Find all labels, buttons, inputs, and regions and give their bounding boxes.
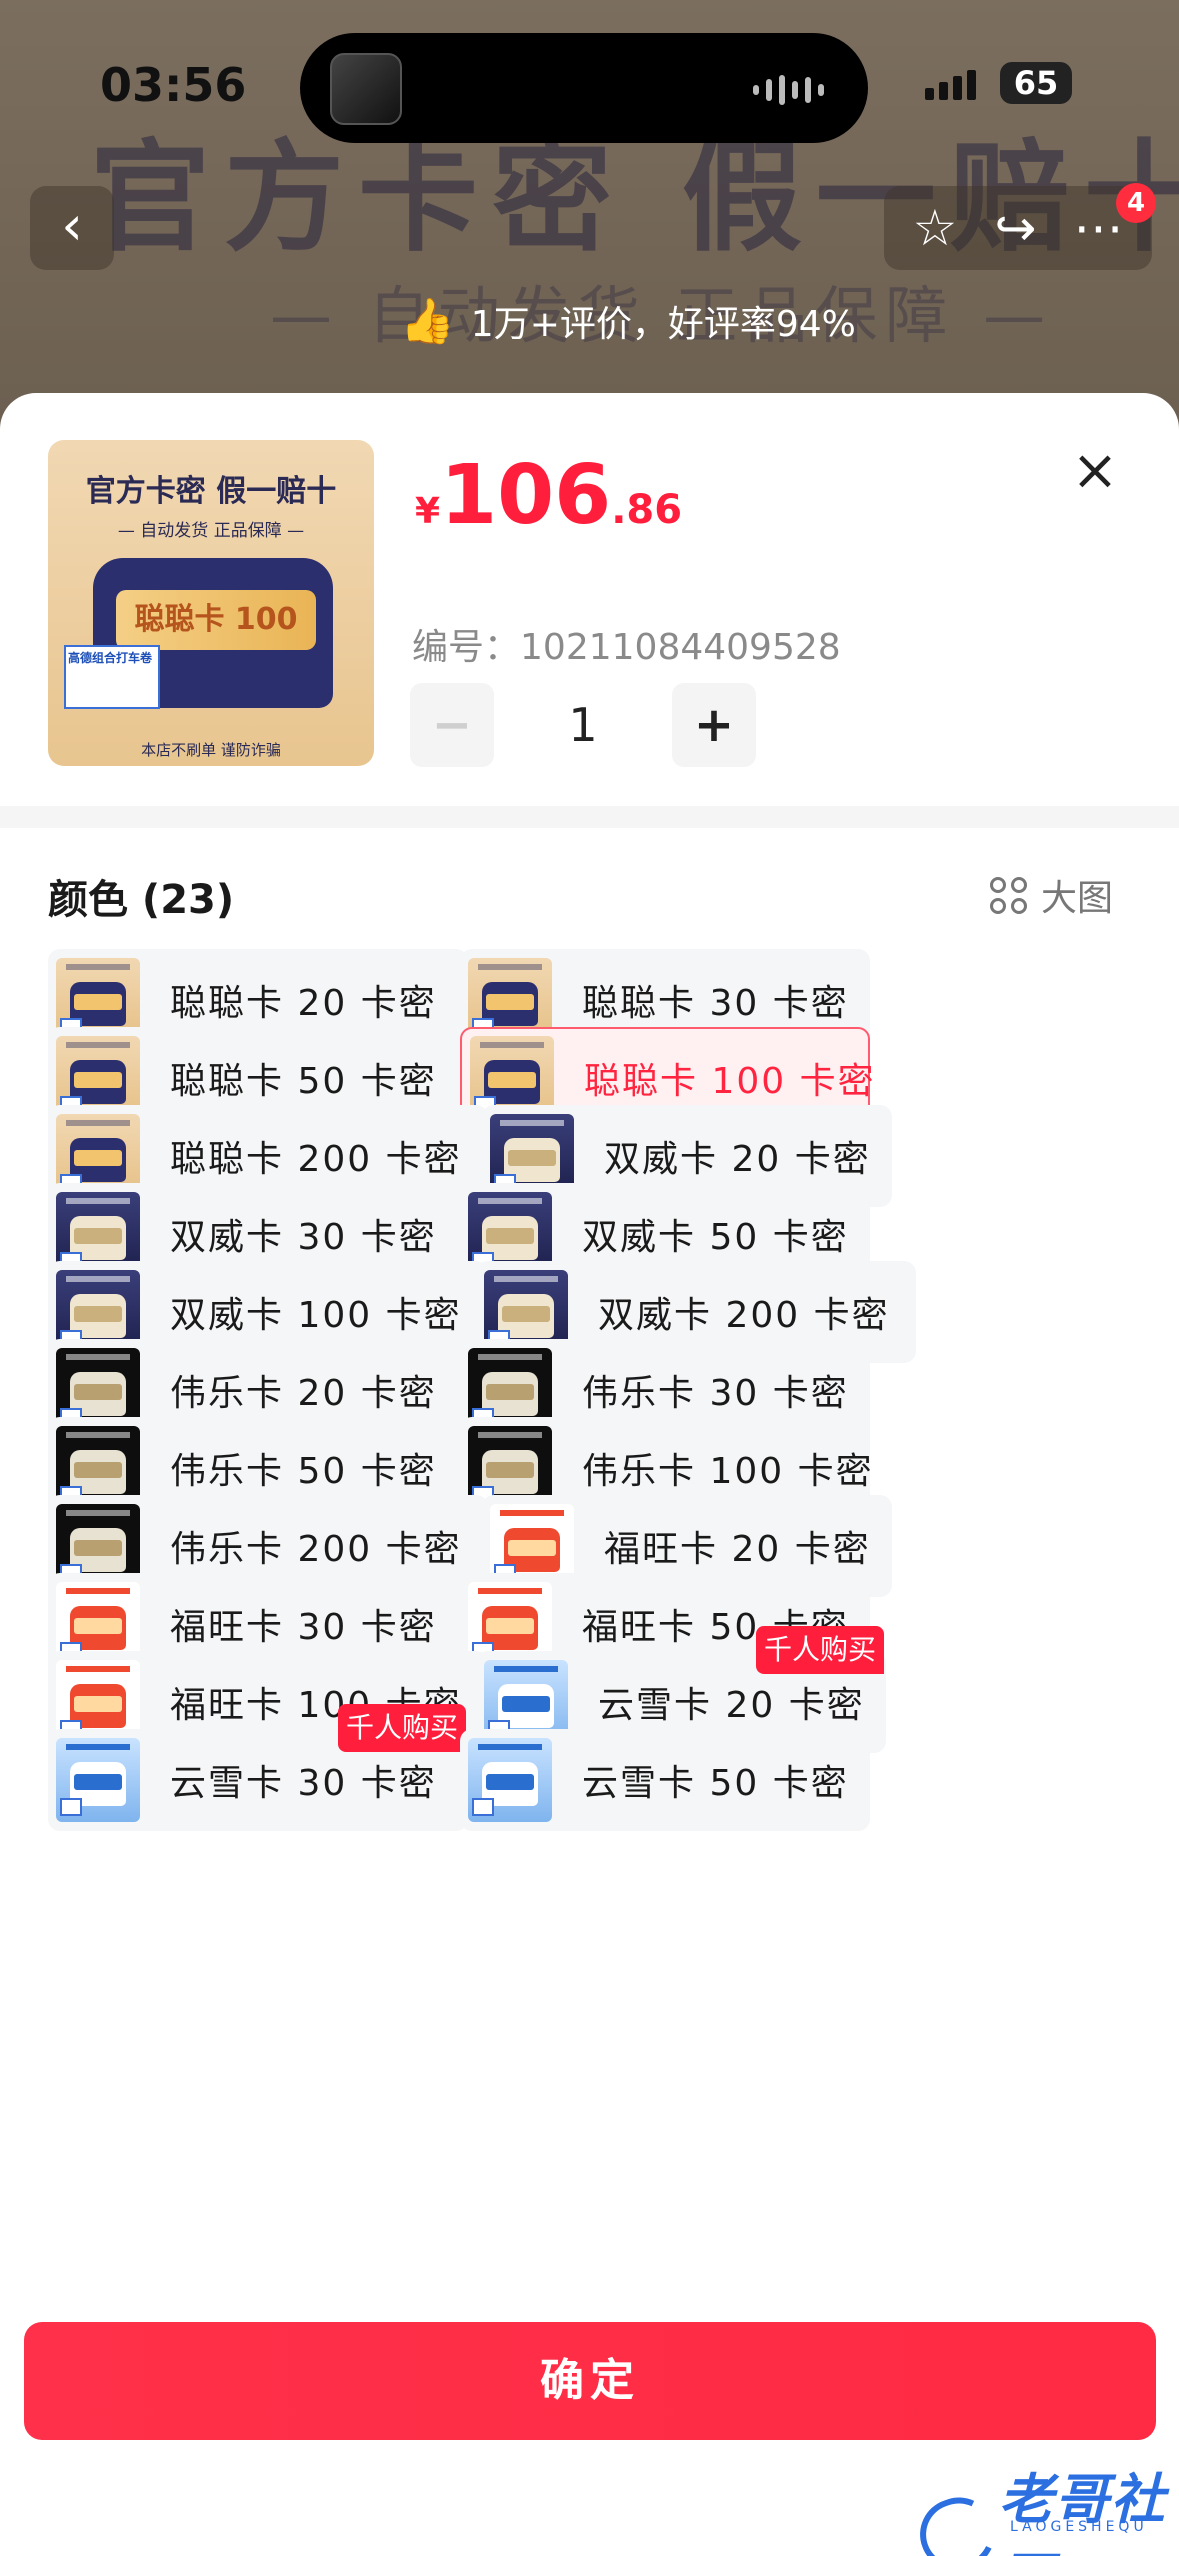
- section-divider: [0, 806, 1179, 828]
- notification-badge: 4: [1116, 183, 1156, 223]
- option-label: 双威卡 200 卡密: [598, 1295, 890, 1336]
- battery-icon: 65: [1000, 62, 1072, 104]
- option-label: 聪聪卡 100 卡密: [584, 1061, 876, 1102]
- sku-number: 编号：10211084409528: [412, 618, 841, 670]
- dragon-logo-icon: [909, 2487, 1005, 2556]
- popular-badge: 千人购买: [338, 1704, 467, 1752]
- product-image-title: 官方卡密 假一赔十: [85, 474, 337, 509]
- product-image-footer: 本店不刷单 谨防诈骗: [141, 741, 281, 759]
- grid-icon: [990, 876, 1027, 914]
- option-label: 聪聪卡 20 卡密: [170, 983, 437, 1024]
- option-label: 双威卡 100 卡密: [170, 1295, 462, 1336]
- option-label: 聪聪卡 50 卡密: [170, 1061, 437, 1102]
- option-chip[interactable]: 云雪卡 50 卡密: [460, 1729, 870, 1831]
- increase-button[interactable]: +: [672, 683, 756, 767]
- price-integer: 106: [440, 448, 612, 543]
- option-label: 双威卡 20 卡密: [604, 1139, 871, 1180]
- close-icon[interactable]: ×: [1070, 443, 1120, 499]
- product-image-subtitle: — 自动发货 正品保障 —: [117, 521, 305, 541]
- option-label: 云雪卡 20 卡密: [598, 1685, 865, 1726]
- option-label: 双威卡 50 卡密: [582, 1217, 849, 1258]
- option-label: 福旺卡 20 卡密: [604, 1529, 871, 1570]
- watermark-text: 老哥社区: [998, 2468, 1167, 2556]
- option-label: 双威卡 30 卡密: [170, 1217, 437, 1258]
- nav-actions: ☆ ↪ ⋯: [884, 186, 1152, 270]
- watermark-logo: 老哥社区 LAOGESHEQU: [909, 2455, 1179, 2556]
- sku-selector-sheet: 官方卡密 假一赔十 — 自动发货 正品保障 — 聪聪卡 100 高德组合打车卷 …: [0, 393, 1179, 2556]
- popular-badge: 千人购买: [756, 1626, 885, 1674]
- options-title: 颜色 (23): [48, 877, 235, 923]
- option-label: 云雪卡 50 卡密: [582, 1763, 849, 1804]
- price: ¥106.86: [415, 448, 682, 543]
- sku-label: 编号：: [412, 627, 521, 668]
- signal-icon: [925, 70, 976, 100]
- option-label: 云雪卡 30 卡密: [170, 1763, 437, 1804]
- big-view-toggle[interactable]: 大图: [990, 869, 1113, 921]
- back-button[interactable]: ‹: [30, 186, 114, 270]
- sku-value: 10211084409528: [520, 627, 841, 668]
- rating-text: 1万+评价，好评率94%: [470, 304, 856, 345]
- option-label: 伟乐卡 30 卡密: [582, 1373, 849, 1414]
- option-thumbnail: [468, 1738, 552, 1822]
- option-label: 伟乐卡 100 卡密: [582, 1451, 874, 1492]
- quantity-stepper: − 1 +: [410, 683, 756, 767]
- option-label: 伟乐卡 200 卡密: [170, 1529, 462, 1570]
- audio-wave-icon: [753, 73, 824, 107]
- option-label: 聪聪卡 200 卡密: [170, 1139, 462, 1180]
- confirm-button[interactable]: 确定: [24, 2322, 1156, 2440]
- dynamic-island[interactable]: [300, 33, 868, 143]
- share-icon[interactable]: ↪: [994, 199, 1036, 257]
- watermark-subtext: LAOGESHEQU: [1010, 2519, 1148, 2535]
- rating-summary: 👍 1万+评价，好评率94%: [380, 285, 876, 357]
- now-playing-artwork: [330, 53, 402, 125]
- price-decimal: .86: [611, 487, 683, 533]
- product-card-graphic: 聪聪卡 100: [116, 590, 316, 650]
- option-label: 伟乐卡 50 卡密: [170, 1451, 437, 1492]
- star-icon[interactable]: ☆: [913, 199, 958, 257]
- big-view-label: 大图: [1041, 878, 1114, 919]
- thumbs-up-icon: 👍: [400, 296, 455, 347]
- status-time: 03:56: [100, 58, 247, 112]
- coupon-tag: 高德组合打车卷: [64, 645, 160, 709]
- price-currency: ¥: [415, 491, 441, 532]
- option-thumbnail: [56, 1738, 140, 1822]
- option-label: 聪聪卡 30 卡密: [582, 983, 849, 1024]
- product-image[interactable]: 官方卡密 假一赔十 — 自动发货 正品保障 — 聪聪卡 100 高德组合打车卷 …: [48, 440, 374, 766]
- chevron-left-icon: ‹: [61, 194, 83, 257]
- option-label: 福旺卡 30 卡密: [170, 1607, 437, 1648]
- option-label: 伟乐卡 20 卡密: [170, 1373, 437, 1414]
- decrease-button[interactable]: −: [410, 683, 494, 767]
- quantity-value[interactable]: 1: [494, 698, 672, 752]
